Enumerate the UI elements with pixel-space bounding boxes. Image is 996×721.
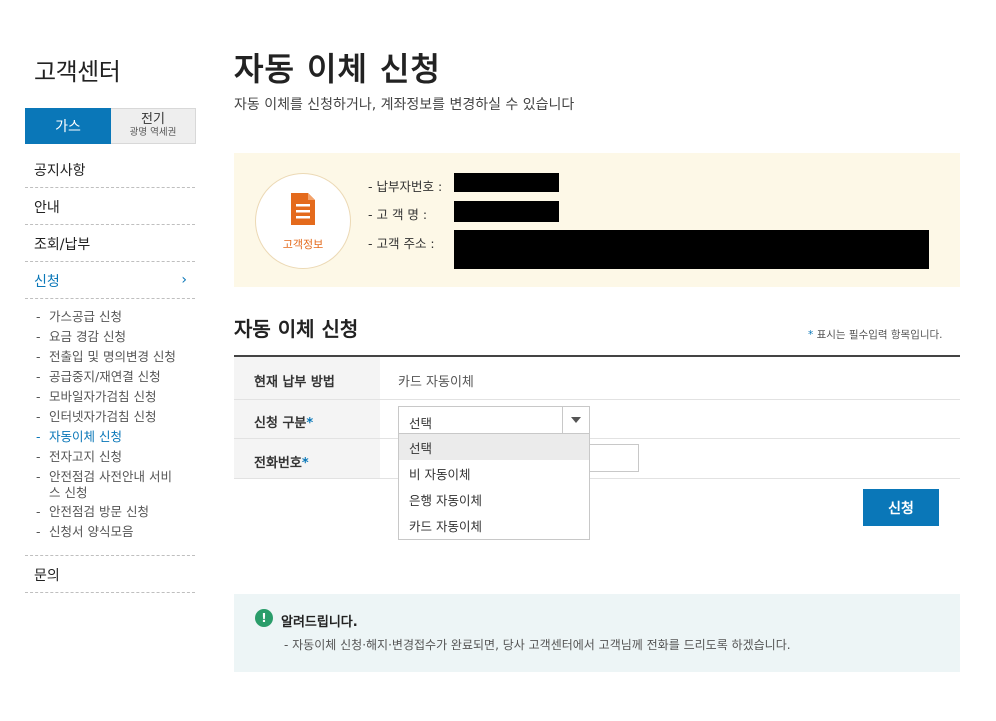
apply-type-select[interactable]: 선택 (398, 406, 590, 434)
required-note: * 표시는 필수입력 항목입니다. (808, 329, 943, 341)
form-section-title: 자동 이체 신청 (234, 317, 359, 341)
page-title: 자동 이체 신청 (234, 50, 441, 88)
apply-type-selected-value: 선택 (409, 416, 433, 431)
payer-number-label: - 납부자번호 : (368, 179, 443, 194)
apply-type-dropdown: 선택 비 자동이체 은행 자동이체 카드 자동이체 (398, 433, 590, 540)
page-description: 자동 이체를 신청하거나, 계좌정보를 변경하실 수 있습니다 (234, 97, 575, 113)
dropdown-option-card-auto[interactable]: 카드 자동이체 (399, 512, 589, 538)
sidebar-title: 고객센터 (34, 58, 121, 86)
tab-gas[interactable]: 가스 (25, 108, 111, 144)
sidebar-item-label: 신청 (34, 273, 60, 290)
sidebar-item-contact[interactable]: 문의 (25, 557, 195, 593)
service-tabs: 가스 전기 광명 역세권 (25, 108, 197, 144)
customer-info-label: 고객정보 (282, 238, 324, 251)
sidebar-item-label: 안내 (34, 199, 60, 216)
apply-type-label: 신청 구분* (254, 416, 314, 431)
sidebar-item-label: 조회/납부 (34, 236, 91, 253)
submenu-item-fee-reduction[interactable]: - 요금 경감 신청 (36, 329, 206, 345)
sidebar-item-guide[interactable]: 안내 (25, 189, 195, 225)
tab-electricity-sublabel: 광명 역세권 (129, 127, 177, 138)
customer-name-label: - 고 객 명 : (368, 207, 428, 222)
submenu-item-forms[interactable]: - 신청서 양식모음 (36, 524, 206, 540)
customer-address-label: - 고객 주소 : (368, 236, 435, 251)
dropdown-option-non-auto[interactable]: 비 자동이체 (399, 460, 589, 486)
tab-electricity[interactable]: 전기 광명 역세권 (111, 108, 196, 144)
submenu-item-e-notice[interactable]: - 전자고지 신청 (36, 449, 206, 465)
submenu-item-supply-stop[interactable]: - 공급중지/재연결 신청 (36, 369, 206, 385)
chevron-down-icon[interactable] (562, 407, 589, 433)
notice-title: 알려드립니다. (281, 615, 358, 630)
submenu-item-auto-transfer[interactable]: - 자동이체 신청 (36, 429, 206, 445)
submenu-item-internet-meter[interactable]: - 인터넷자가검침 신청 (36, 409, 206, 425)
customer-address-redacted (454, 230, 929, 269)
sidebar-item-notice[interactable]: 공지사항 (25, 152, 195, 188)
sidebar-item-label: 문의 (34, 567, 60, 584)
phone-label: 전화번호* (254, 456, 309, 471)
submenu-item-safety-visit[interactable]: - 안전점검 방문 신청 (36, 504, 206, 520)
document-icon (291, 193, 315, 225)
notice-body: - 자동이체 신청·해지·변경접수가 완료되면, 당사 고객센터에서 고객님께 … (284, 638, 791, 652)
sidebar-divider (25, 555, 195, 556)
submenu-item-mobile-meter[interactable]: - 모바일자가검침 신청 (36, 389, 206, 405)
apply-button[interactable]: 신청 (863, 489, 939, 526)
current-method-value: 카드 자동이체 (398, 375, 474, 390)
submenu-item-gas-supply[interactable]: - 가스공급 신청 (36, 309, 206, 325)
sidebar-item-apply[interactable]: 신청 › (25, 263, 195, 299)
customer-name-redacted (454, 201, 559, 222)
sidebar-item-inquiry-payment[interactable]: 조회/납부 (25, 226, 195, 262)
notice-box: ! 알려드립니다. - 자동이체 신청·해지·변경접수가 완료되면, 당사 고객… (234, 594, 960, 672)
form-row-current-method (234, 357, 960, 400)
phone-input[interactable] (590, 444, 639, 472)
payer-number-redacted (454, 173, 559, 192)
submenu-item-safety-pre-notice[interactable]: - 안전점검 사전안내 서비스 신청 (36, 469, 179, 501)
current-method-label: 현재 납부 방법 (254, 375, 335, 390)
customer-info-badge: 고객정보 (255, 173, 351, 269)
dropdown-option-bank-auto[interactable]: 은행 자동이체 (399, 486, 589, 512)
exclamation-icon: ! (255, 609, 273, 627)
submenu-item-move-name-change[interactable]: - 전출입 및 명의변경 신청 (36, 349, 206, 365)
sidebar-item-label: 공지사항 (34, 162, 86, 179)
dropdown-option-select[interactable]: 선택 (399, 434, 589, 460)
form-row-apply-type (234, 400, 960, 439)
chevron-right-icon: › (181, 272, 187, 288)
tab-electricity-label: 전기 (141, 112, 165, 127)
